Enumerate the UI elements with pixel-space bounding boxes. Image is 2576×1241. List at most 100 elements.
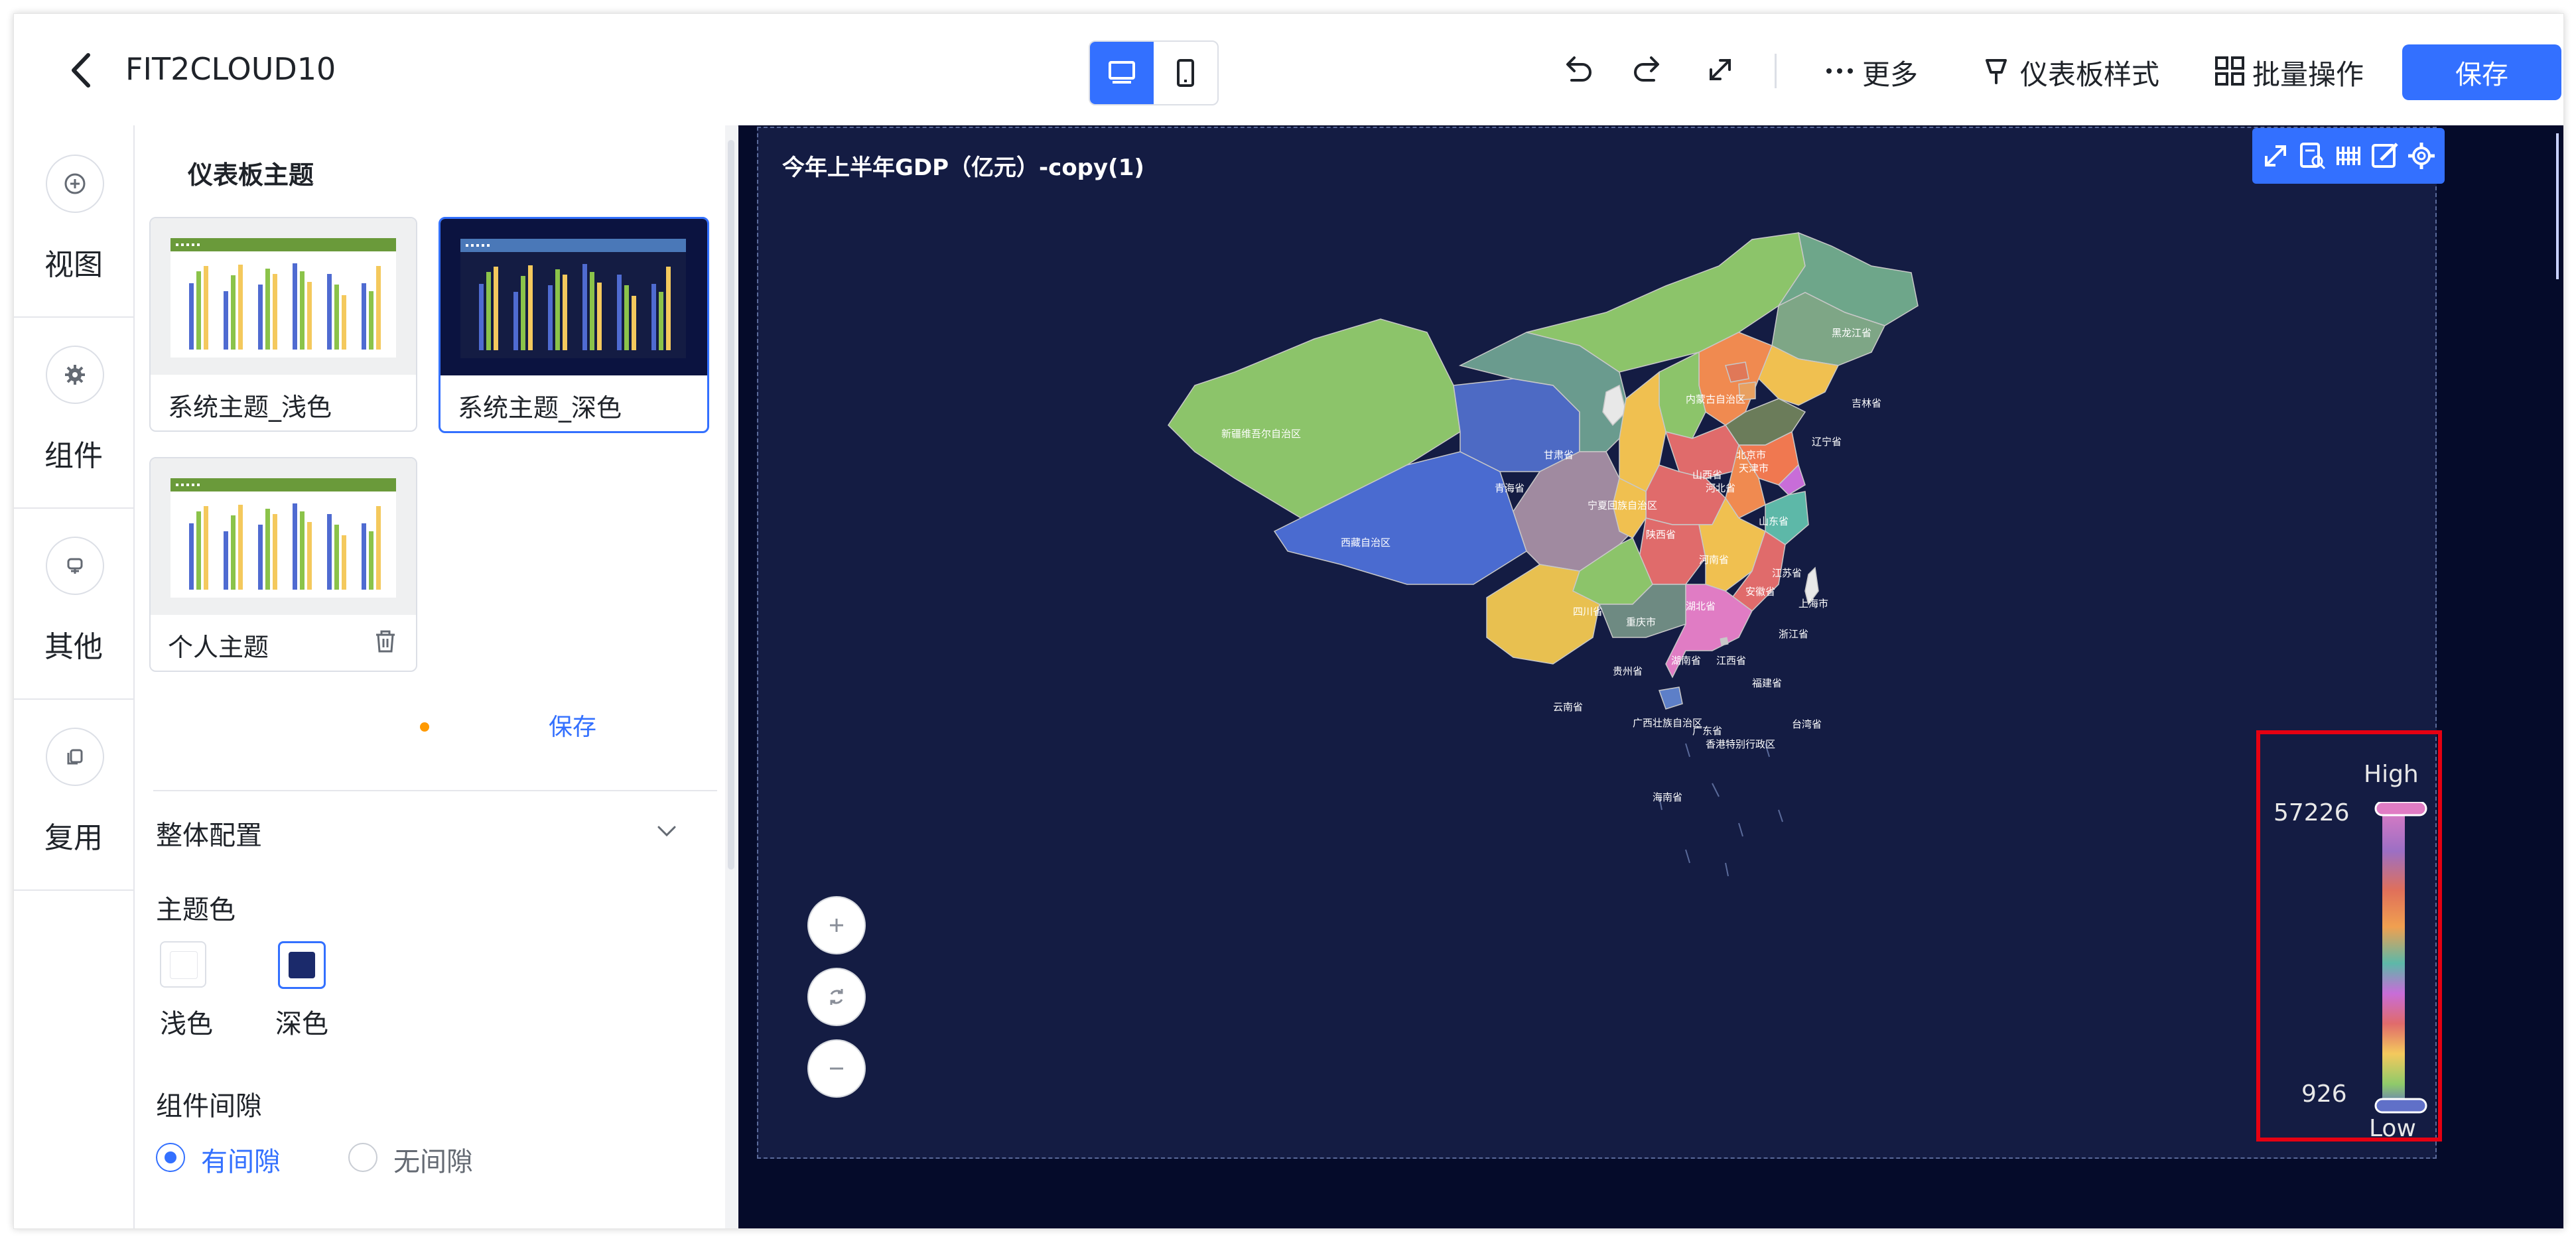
top-toolbar: FIT2CLOUD10 更多 仪表板样式 批量操作 保存 xyxy=(14,14,2563,127)
dashboard-title: FIT2CLOUD10 xyxy=(125,51,336,87)
label-hunan: 湖南省 xyxy=(1671,655,1701,667)
theme-card-label: 个人主题 xyxy=(168,633,269,662)
more-button[interactable]: 更多 xyxy=(1825,51,1958,91)
dark-color-swatch[interactable] xyxy=(278,941,326,989)
back-arrow-icon[interactable] xyxy=(59,47,105,94)
trash-icon[interactable] xyxy=(372,628,399,655)
legend-min-value: 926 xyxy=(2301,1080,2347,1108)
theme-card-light[interactable]: 系统主题_浅色 xyxy=(149,217,417,432)
batch-grid-icon xyxy=(2215,56,2244,86)
panel-divider xyxy=(153,790,717,791)
legend-bottom-handle[interactable] xyxy=(2374,1098,2427,1114)
label-yunnan: 云南省 xyxy=(1553,701,1583,713)
label-shaanxi: 陕西省 xyxy=(1646,529,1676,541)
light-color-swatch[interactable] xyxy=(160,941,206,988)
theme-section-title: 仪表板主题 xyxy=(188,161,314,190)
redo-icon[interactable] xyxy=(1630,51,1667,88)
dark-swatch-fill xyxy=(289,952,315,978)
enlarge-icon[interactable] xyxy=(2258,139,2293,173)
label-guangdong: 广东省 xyxy=(1692,725,1722,737)
edit-icon[interactable] xyxy=(2368,139,2402,173)
theme-color-label: 主题色 xyxy=(156,895,236,925)
nav-label-component: 组件 xyxy=(44,439,103,473)
chart-title: 今年上半年GDP（亿元）-copy(1) xyxy=(782,155,1144,181)
light-swatch-fill xyxy=(170,951,198,979)
label-fujian: 福建省 xyxy=(1752,677,1782,689)
nav-item-component[interactable]: 组件 xyxy=(14,316,133,509)
reset-view-button[interactable] xyxy=(807,968,866,1026)
panel-save-link[interactable]: 保存 xyxy=(549,708,596,742)
label-shandong: 山东省 xyxy=(1759,515,1789,527)
overall-config-title[interactable]: 整体配置 xyxy=(156,814,262,852)
save-button[interactable]: 保存 xyxy=(2402,44,2561,100)
refresh-icon xyxy=(830,989,843,1005)
label-guizhou: 贵州省 xyxy=(1613,665,1643,677)
chevron-down-icon[interactable] xyxy=(653,818,680,844)
canvas-edge-guide xyxy=(2556,133,2559,279)
label-qinghai: 青海省 xyxy=(1495,482,1525,494)
theme-card-dark[interactable]: 系统主题_深色 xyxy=(439,217,709,433)
legend-color-scale[interactable] xyxy=(2368,802,2427,1114)
theme-preview-light xyxy=(151,218,416,375)
batch-operation-label: 批量操作 xyxy=(2252,58,2364,91)
nav-item-reuse[interactable]: 复用 xyxy=(14,698,133,891)
legend-high-label: High xyxy=(2364,761,2419,788)
china-map: 新疆维吾尔自治区 西藏自治区 青海省 甘肃省 内蒙古自治区 黑龙江省 吉林省 辽… xyxy=(1168,231,1919,876)
with-gap-label[interactable]: 有间隙 xyxy=(201,1140,281,1179)
no-gap-label[interactable]: 无间隙 xyxy=(393,1140,473,1179)
component-gap-label: 组件间隙 xyxy=(156,1091,262,1122)
mobile-icon xyxy=(1177,59,1194,87)
theme-preview-personal xyxy=(151,458,416,615)
label-jilin: 吉林省 xyxy=(1852,397,1881,409)
desktop-icon xyxy=(1109,61,1135,84)
fullscreen-icon[interactable] xyxy=(1702,51,1739,88)
desktop-view-button[interactable] xyxy=(1090,42,1154,104)
light-label: 浅色 xyxy=(160,1009,213,1039)
label-heilongjiang: 黑龙江省 xyxy=(1832,327,1871,339)
theme-card-label: 系统主题_深色 xyxy=(458,393,622,423)
chart-toolbar xyxy=(2252,128,2445,184)
label-zhejiang: 浙江省 xyxy=(1779,628,1808,640)
label-xinjiang: 新疆维吾尔自治区 xyxy=(1221,428,1301,440)
theme-preview-dark xyxy=(441,219,707,375)
label-xizang: 西藏自治区 xyxy=(1341,537,1390,549)
label-liaoning: 辽宁省 xyxy=(1812,436,1842,448)
plus-circle-icon xyxy=(46,155,104,213)
view-details-icon[interactable] xyxy=(2295,139,2329,173)
theme-card-personal[interactable]: 个人主题 xyxy=(149,457,417,672)
label-jiangxi: 江西省 xyxy=(1716,655,1746,667)
minus-icon xyxy=(830,1067,843,1070)
label-shanghai: 上海市 xyxy=(1798,598,1828,610)
nav-item-view[interactable]: 视图 xyxy=(14,125,133,318)
label-hubei: 湖北省 xyxy=(1686,600,1716,612)
more-label: 更多 xyxy=(1862,58,1919,91)
mobile-view-button[interactable] xyxy=(1154,42,1217,104)
zoom-in-button[interactable] xyxy=(807,896,866,954)
legend-max-value: 57226 xyxy=(2273,799,2350,826)
legend-top-handle[interactable] xyxy=(2374,802,2427,816)
dashboard-style-button[interactable]: 仪表板样式 xyxy=(1982,51,2181,91)
copy-icon xyxy=(46,728,104,786)
nav-label-view: 视图 xyxy=(44,248,103,282)
theme-card-label: 系统主题_浅色 xyxy=(168,393,332,422)
plus-icon xyxy=(830,919,843,932)
with-gap-radio[interactable] xyxy=(156,1143,185,1172)
panel-scrollbar-thumb[interactable] xyxy=(728,140,734,870)
label-sichuan: 四川省 xyxy=(1573,606,1603,618)
province-hainan[interactable] xyxy=(1658,686,1683,710)
label-chongqing: 重庆市 xyxy=(1626,616,1656,628)
province-xianggang[interactable] xyxy=(1720,637,1729,646)
settings-gear-icon[interactable] xyxy=(2404,139,2439,173)
label-tianjin: 天津市 xyxy=(1739,462,1769,474)
table-icon[interactable] xyxy=(2331,139,2366,173)
legend-low-label: Low xyxy=(2369,1115,2416,1142)
label-ningxia: 宁夏回族自治区 xyxy=(1588,499,1657,511)
zoom-out-button[interactable] xyxy=(807,1039,866,1098)
label-xianggang: 香港特别行政区 xyxy=(1706,738,1775,750)
no-gap-radio[interactable] xyxy=(348,1143,377,1172)
province-hunan[interactable] xyxy=(1639,517,1706,585)
batch-operation-button[interactable]: 批量操作 xyxy=(2214,51,2380,91)
undo-icon[interactable] xyxy=(1558,51,1595,88)
south-sea-islands xyxy=(1659,743,1783,876)
nav-item-other[interactable]: 其他 xyxy=(14,507,133,700)
